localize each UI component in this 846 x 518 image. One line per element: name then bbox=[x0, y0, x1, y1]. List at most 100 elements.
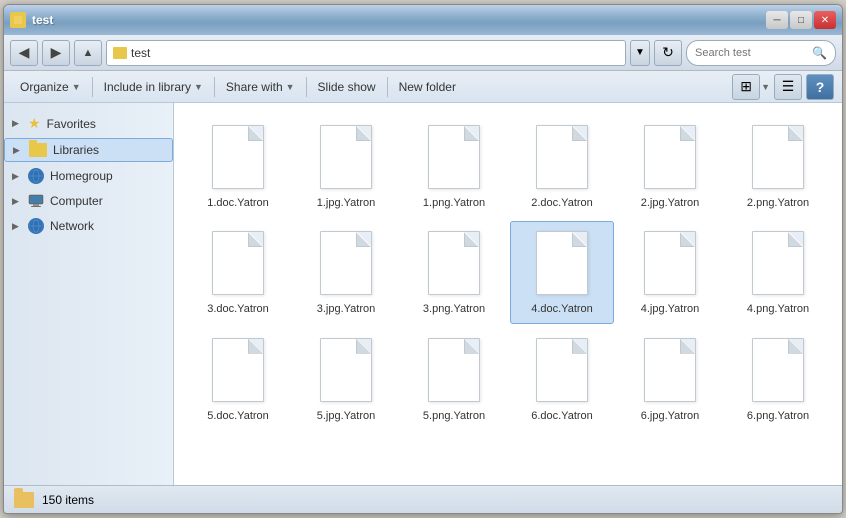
file-item[interactable]: 4.doc.Yatron bbox=[510, 221, 614, 323]
sidebar-item-libraries[interactable]: ▶ Libraries bbox=[4, 138, 173, 162]
file-item[interactable]: 1.doc.Yatron bbox=[186, 115, 290, 217]
computer-label: Computer bbox=[50, 194, 103, 208]
close-button[interactable]: ✕ bbox=[814, 11, 836, 29]
explorer-window: test ─ □ ✕ ◀ ▶ ▲ test ▼ ↻ 🔍 Organize ▼ I… bbox=[3, 4, 843, 514]
share-with-button[interactable]: Share with ▼ bbox=[218, 74, 303, 100]
homegroup-label: Homegroup bbox=[50, 169, 113, 183]
file-icon bbox=[316, 228, 376, 298]
path-text: test bbox=[131, 46, 150, 60]
doc-icon bbox=[644, 338, 696, 402]
maximize-button[interactable]: □ bbox=[790, 11, 812, 29]
file-name: 4.doc.Yatron bbox=[531, 302, 593, 316]
file-item[interactable]: 5.jpg.Yatron bbox=[294, 328, 398, 430]
file-item[interactable]: 2.doc.Yatron bbox=[510, 115, 614, 217]
file-item[interactable]: 1.png.Yatron bbox=[402, 115, 506, 217]
sidebar-section-libraries: ▶ Libraries bbox=[4, 138, 173, 162]
title-bar-left: test bbox=[10, 12, 53, 28]
refresh-button[interactable]: ↻ bbox=[654, 40, 682, 66]
sidebar-section-computer: ▶ Computer bbox=[4, 190, 173, 212]
file-name: 1.jpg.Yatron bbox=[317, 196, 376, 210]
file-item[interactable]: 2.jpg.Yatron bbox=[618, 115, 722, 217]
file-icon bbox=[316, 335, 376, 405]
doc-icon bbox=[212, 338, 264, 402]
sidebar-item-favorites[interactable]: ▶ ★ Favorites bbox=[4, 111, 173, 136]
file-item[interactable]: 4.jpg.Yatron bbox=[618, 221, 722, 323]
file-name: 3.png.Yatron bbox=[423, 302, 485, 316]
doc-icon bbox=[752, 338, 804, 402]
file-icon bbox=[640, 122, 700, 192]
organize-button[interactable]: Organize ▼ bbox=[12, 74, 89, 100]
file-name: 6.jpg.Yatron bbox=[641, 409, 700, 423]
file-item[interactable]: 6.png.Yatron bbox=[726, 328, 830, 430]
back-button[interactable]: ◀ bbox=[10, 40, 38, 66]
file-icon bbox=[748, 122, 808, 192]
sidebar-item-computer[interactable]: ▶ Computer bbox=[4, 190, 173, 212]
expand-icon-homegroup: ▶ bbox=[12, 171, 22, 182]
share-chevron: ▼ bbox=[286, 82, 295, 92]
libraries-label: Libraries bbox=[53, 143, 99, 157]
sidebar-item-network[interactable]: ▶ Network bbox=[4, 214, 173, 238]
sidebar-section-favorites: ▶ ★ Favorites bbox=[4, 111, 173, 136]
title-bar: test ─ □ ✕ bbox=[4, 5, 842, 35]
sidebar-item-homegroup[interactable]: ▶ Homegroup bbox=[4, 164, 173, 188]
organize-chevron: ▼ bbox=[72, 82, 81, 92]
details-view-button[interactable]: ☰ bbox=[774, 74, 802, 100]
computer-icon bbox=[28, 194, 44, 208]
file-item[interactable]: 6.jpg.Yatron bbox=[618, 328, 722, 430]
file-item[interactable]: 1.jpg.Yatron bbox=[294, 115, 398, 217]
file-name: 6.doc.Yatron bbox=[531, 409, 593, 423]
include-label: Include in library bbox=[104, 80, 191, 94]
minimize-button[interactable]: ─ bbox=[766, 11, 788, 29]
file-item[interactable]: 3.doc.Yatron bbox=[186, 221, 290, 323]
file-item[interactable]: 4.png.Yatron bbox=[726, 221, 830, 323]
file-name: 4.jpg.Yatron bbox=[641, 302, 700, 316]
file-name: 2.png.Yatron bbox=[747, 196, 809, 210]
file-name: 5.jpg.Yatron bbox=[317, 409, 376, 423]
toolbar: Organize ▼ Include in library ▼ Share wi… bbox=[4, 71, 842, 103]
view-dropdown-chevron[interactable]: ▼ bbox=[761, 82, 770, 92]
new-folder-button[interactable]: New folder bbox=[391, 74, 464, 100]
share-label: Share with bbox=[226, 80, 283, 94]
file-grid-container[interactable]: 1.doc.Yatron 1.jpg.Yatron 1.png.Yatron 2… bbox=[174, 103, 842, 485]
view-icon: ⊞ bbox=[740, 78, 752, 95]
search-icon: 🔍 bbox=[812, 46, 827, 60]
doc-icon bbox=[320, 231, 372, 295]
search-input[interactable] bbox=[695, 47, 808, 59]
include-library-button[interactable]: Include in library ▼ bbox=[96, 74, 211, 100]
file-icon bbox=[208, 228, 268, 298]
slideshow-button[interactable]: Slide show bbox=[310, 74, 384, 100]
file-item[interactable]: 3.png.Yatron bbox=[402, 221, 506, 323]
window-icon bbox=[10, 12, 26, 28]
file-icon bbox=[532, 228, 592, 298]
up-button[interactable]: ▲ bbox=[74, 40, 102, 66]
file-item[interactable]: 2.png.Yatron bbox=[726, 115, 830, 217]
file-icon bbox=[532, 122, 592, 192]
help-button[interactable]: ? bbox=[806, 74, 834, 100]
address-bar: ◀ ▶ ▲ test ▼ ↻ 🔍 bbox=[4, 35, 842, 71]
file-item[interactable]: 6.doc.Yatron bbox=[510, 328, 614, 430]
view-button[interactable]: ⊞ bbox=[732, 74, 760, 100]
folder-icon-libraries bbox=[29, 143, 47, 157]
file-name: 1.doc.Yatron bbox=[207, 196, 269, 210]
title-buttons: ─ □ ✕ bbox=[766, 11, 836, 29]
address-dropdown[interactable]: ▼ bbox=[630, 40, 650, 66]
file-item[interactable]: 3.jpg.Yatron bbox=[294, 221, 398, 323]
search-box[interactable]: 🔍 bbox=[686, 40, 836, 66]
globe-icon-homegroup bbox=[28, 168, 44, 184]
sidebar-section-network: ▶ Network bbox=[4, 214, 173, 238]
forward-button[interactable]: ▶ bbox=[42, 40, 70, 66]
file-item[interactable]: 5.doc.Yatron bbox=[186, 328, 290, 430]
doc-icon bbox=[752, 125, 804, 189]
file-name: 2.doc.Yatron bbox=[531, 196, 593, 210]
include-chevron: ▼ bbox=[194, 82, 203, 92]
doc-icon bbox=[644, 125, 696, 189]
address-path[interactable]: test bbox=[106, 40, 626, 66]
expand-icon-libraries: ▶ bbox=[13, 145, 23, 156]
expand-icon-network: ▶ bbox=[12, 221, 22, 232]
doc-icon bbox=[644, 231, 696, 295]
status-folder-icon bbox=[14, 492, 34, 508]
main-content: ▶ ★ Favorites ▶ Libraries ▶ bbox=[4, 103, 842, 485]
status-bar: 150 items bbox=[4, 485, 842, 513]
toolbar-divider-4 bbox=[387, 77, 388, 97]
file-item[interactable]: 5.png.Yatron bbox=[402, 328, 506, 430]
